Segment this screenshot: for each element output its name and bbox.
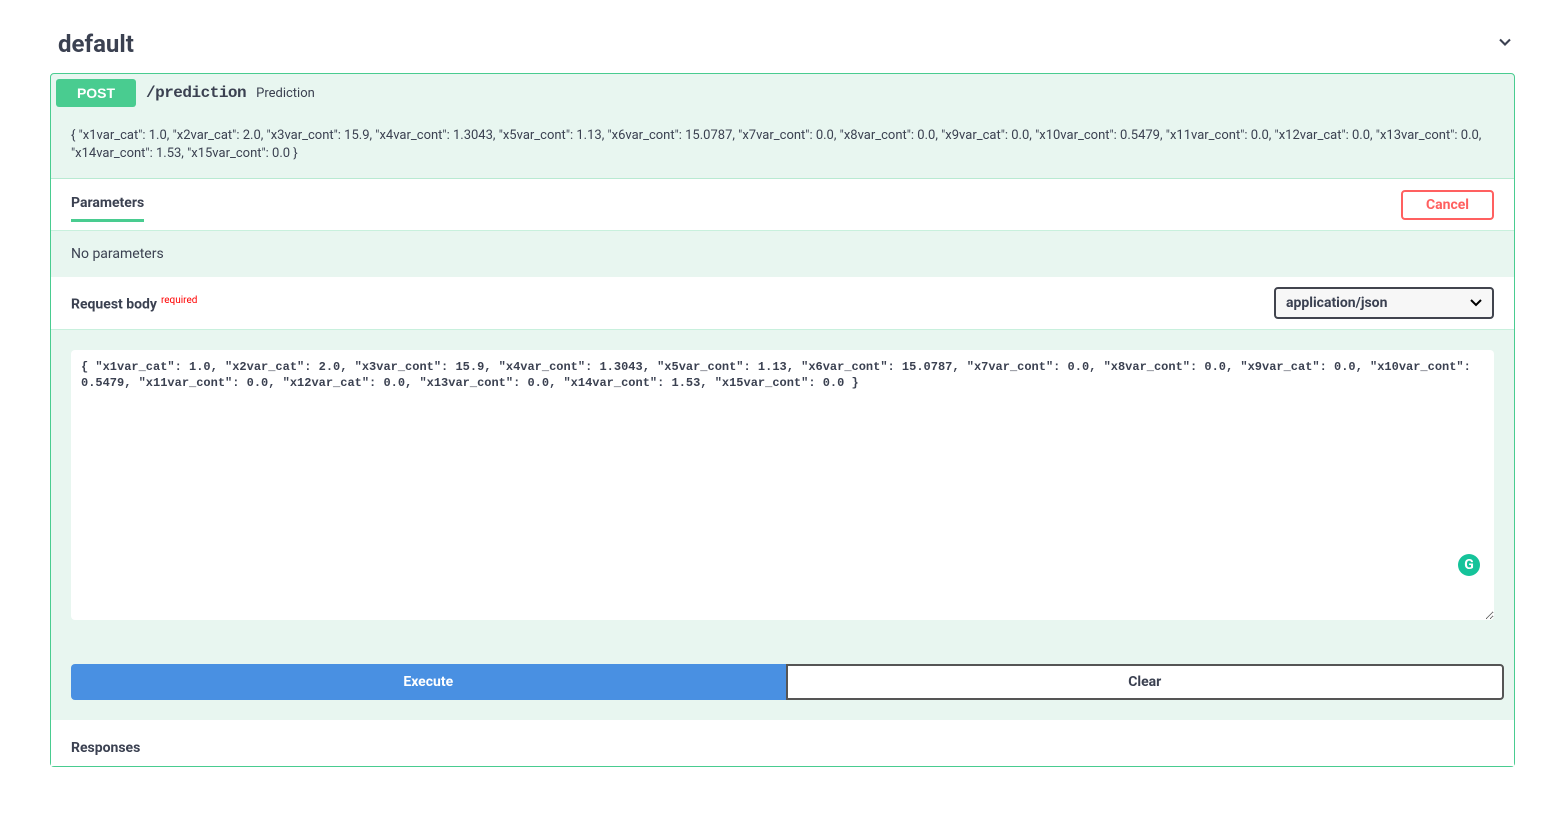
execute-button[interactable]: Execute [71, 664, 786, 700]
operation-path: /prediction [146, 84, 246, 102]
method-badge: POST [56, 79, 136, 107]
chevron-down-icon [1495, 32, 1515, 56]
operation-summary[interactable]: POST /prediction Prediction [51, 74, 1514, 112]
cancel-button[interactable]: Cancel [1401, 190, 1494, 220]
required-label: required [157, 295, 197, 306]
clear-button[interactable]: Clear [786, 664, 1505, 700]
operation-block: POST /prediction Prediction { "x1var_cat… [50, 73, 1515, 767]
operation-summary-text: Prediction [256, 86, 315, 101]
content-type-select[interactable]: application/json [1274, 287, 1494, 319]
operation-description: { "x1var_cat": 1.0, "x2var_cat": 2.0, "x… [51, 112, 1514, 179]
request-body-textarea[interactable] [71, 350, 1494, 620]
request-body-label: Request body [71, 296, 157, 312]
tab-parameters[interactable]: Parameters [71, 187, 144, 222]
request-body-header: Request bodyrequired application/json [51, 277, 1514, 330]
parameters-header: Parameters Cancel [51, 179, 1514, 231]
responses-header: Responses [51, 720, 1514, 766]
responses-title: Responses [71, 740, 1494, 756]
tag-header[interactable]: default [50, 20, 1515, 73]
tag-title: default [58, 30, 134, 58]
no-parameters-text: No parameters [51, 231, 1514, 277]
